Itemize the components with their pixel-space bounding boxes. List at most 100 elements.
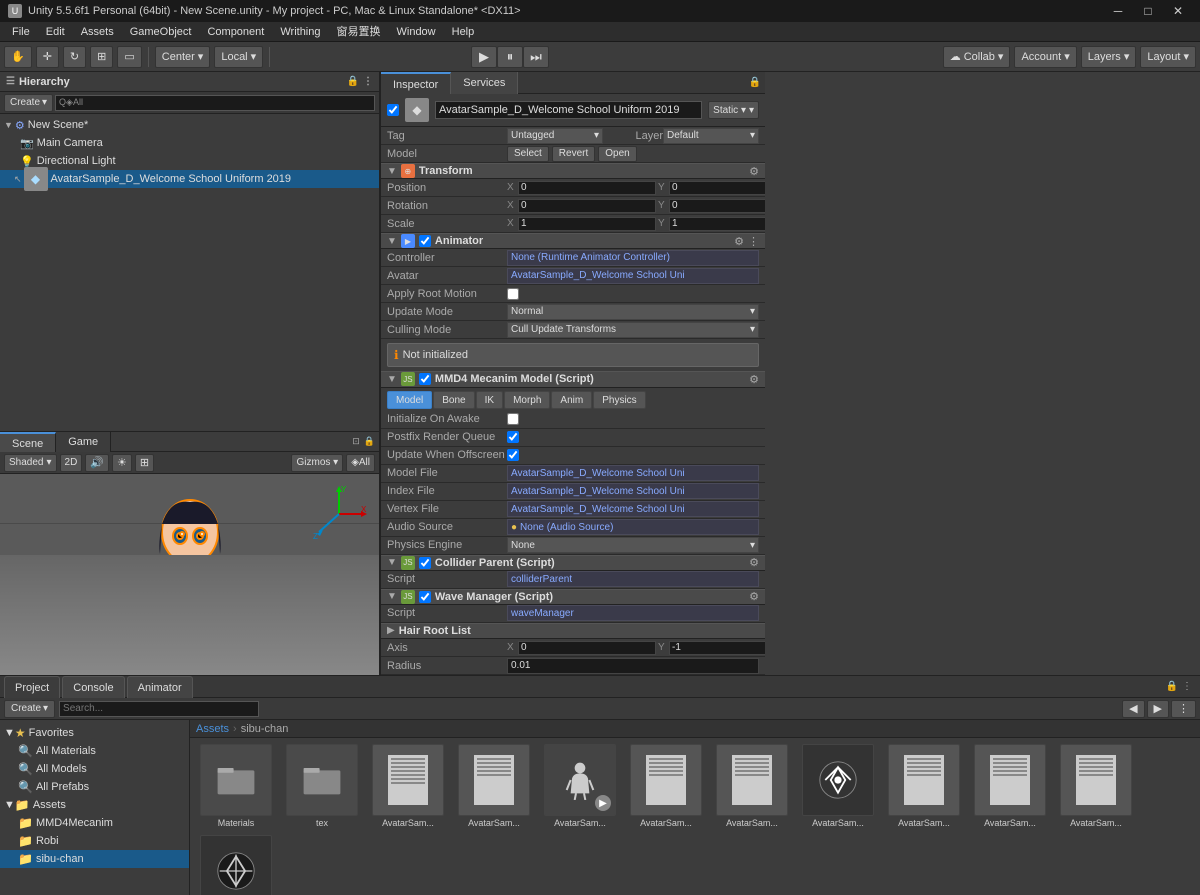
transform-gear-icon[interactable]: ⚙ xyxy=(749,165,759,178)
game-tab[interactable]: Game xyxy=(56,432,111,452)
all-prefabs-item[interactable]: 🔍 All Prefabs xyxy=(0,778,189,796)
asset-doc2[interactable]: AvatarSam... xyxy=(454,744,534,829)
init-on-awake-checkbox[interactable] xyxy=(507,413,519,425)
mmd4-gear-icon[interactable]: ⚙ xyxy=(749,373,759,386)
controller-value[interactable]: None (Runtime Animator Controller) xyxy=(507,250,759,266)
object-active-checkbox[interactable] xyxy=(387,104,399,116)
asset-doc1[interactable]: AvatarSam... xyxy=(368,744,448,829)
hierarchy-item-avatar[interactable]: ↖ ◆ AvatarSample_D_Welcome School Unifor… xyxy=(0,170,379,188)
physics-engine-dropdown[interactable]: None▾ xyxy=(507,537,759,553)
project-tab[interactable]: Project xyxy=(4,676,60,698)
mmd4-active-checkbox[interactable] xyxy=(419,373,431,385)
asset-doc4[interactable]: AvatarSam... xyxy=(712,744,792,829)
all-dropdown[interactable]: ◈All xyxy=(346,454,375,472)
center-dropdown[interactable]: Center ▾ xyxy=(155,46,211,68)
avatar-value[interactable]: AvatarSample_D_Welcome School Uni xyxy=(507,268,759,284)
project-search-input[interactable] xyxy=(59,701,259,717)
rect-tool-button[interactable]: ▭ xyxy=(117,46,141,68)
rotation-y-input[interactable] xyxy=(669,199,765,213)
radius-input[interactable] xyxy=(507,658,759,674)
asset-new-scene[interactable]: New Scene xyxy=(196,835,276,895)
animator-more-icon[interactable]: ⋮ xyxy=(748,235,759,248)
menu-component[interactable]: Component xyxy=(199,22,272,42)
mmd4-folder-item[interactable]: 📁 MMD4Mecanim xyxy=(0,814,189,832)
transform-component-header[interactable]: ▼ ⊕ Transform ⚙ xyxy=(381,163,765,179)
hierarchy-lock-icon[interactable]: 🔒 xyxy=(347,76,359,87)
wave-active-checkbox[interactable] xyxy=(419,591,431,603)
select-button[interactable]: Select xyxy=(507,146,549,162)
folder-options-button[interactable]: ⋮ xyxy=(1171,700,1196,718)
wave-component-header[interactable]: ▼ JS Wave Manager (Script) ⚙ xyxy=(381,589,765,605)
layers-dropdown[interactable]: Layers ▾ xyxy=(1081,46,1137,68)
play-button[interactable]: ▶ xyxy=(471,46,497,68)
move-tool-button[interactable]: ✛ xyxy=(36,46,59,68)
mmd-tab-ik[interactable]: IK xyxy=(476,391,503,409)
animator-active-checkbox[interactable] xyxy=(419,235,431,247)
rotation-x-input[interactable] xyxy=(518,199,656,213)
scene-tab[interactable]: Scene xyxy=(0,432,56,452)
hierarchy-item-newscene[interactable]: ▼ ⚙ New Scene* xyxy=(0,116,379,134)
asset-doc5[interactable]: AvatarSam... xyxy=(884,744,964,829)
inspector-lock-icon[interactable]: 🔒 xyxy=(745,77,765,88)
console-tab[interactable]: Console xyxy=(62,676,124,698)
folder-forward-button[interactable]: ▶ xyxy=(1147,700,1169,718)
step-button[interactable]: ⏭ xyxy=(523,46,549,68)
asset-tex[interactable]: tex xyxy=(282,744,362,829)
wave-script-value[interactable]: waveManager xyxy=(507,605,759,621)
axis-x-input[interactable]: 0 xyxy=(518,641,656,655)
minimize-button[interactable]: ─ xyxy=(1104,0,1132,22)
menu-window[interactable]: Window xyxy=(389,22,444,42)
asset-unity[interactable]: AvatarSam... xyxy=(798,744,878,829)
mmd-tab-morph[interactable]: Morph xyxy=(504,391,550,409)
project-create-button[interactable]: Create ▾ xyxy=(4,700,55,718)
hair-component-header[interactable]: ▶ Hair Root List xyxy=(381,623,765,639)
index-file-value[interactable]: AvatarSample_D_Welcome School Uni xyxy=(507,483,759,499)
assets-folder-item[interactable]: ▼ 📁 Assets xyxy=(0,796,189,814)
pause-button[interactable]: ⏸ xyxy=(497,46,523,68)
static-dropdown[interactable]: Static ▾ ▾ xyxy=(708,101,759,119)
maximize-button[interactable]: □ xyxy=(1134,0,1162,22)
hierarchy-menu-icon[interactable]: ⋮ xyxy=(363,76,373,87)
audio-source-value[interactable]: ● None (Audio Source) xyxy=(507,519,759,535)
folder-back-button[interactable]: ◀ xyxy=(1122,700,1144,718)
vertex-file-value[interactable]: AvatarSample_D_Welcome School Uni xyxy=(507,501,759,517)
scale-tool-button[interactable]: ⊞ xyxy=(90,46,113,68)
mmd-tab-physics[interactable]: Physics xyxy=(593,391,645,409)
asset-doc7[interactable]: AvatarSam... xyxy=(1056,744,1136,829)
layout-dropdown[interactable]: Layout ▾ xyxy=(1140,46,1196,68)
wave-gear-icon[interactable]: ⚙ xyxy=(749,590,759,603)
menu-assets[interactable]: Assets xyxy=(73,22,122,42)
collider-script-value[interactable]: colliderParent xyxy=(507,571,759,587)
position-x-input[interactable] xyxy=(518,181,656,195)
animator-gear-icon[interactable]: ⚙ xyxy=(734,235,744,248)
inspector-tab-inspector[interactable]: Inspector xyxy=(381,72,451,94)
robi-folder-item[interactable]: 📁 Robi xyxy=(0,832,189,850)
local-dropdown[interactable]: Local ▾ xyxy=(214,46,263,68)
mmd-tab-anim[interactable]: Anim xyxy=(551,391,592,409)
shading-dropdown[interactable]: Shaded▾ xyxy=(4,454,57,472)
object-name-input[interactable] xyxy=(435,101,702,119)
tag-dropdown[interactable]: Untagged▾ xyxy=(507,128,603,144)
bottom-menu-icon[interactable]: ⋮ xyxy=(1182,681,1192,692)
menu-help[interactable]: Help xyxy=(444,22,483,42)
scene-view-options[interactable]: ⊞ xyxy=(135,454,154,472)
breadcrumb-assets[interactable]: Assets xyxy=(196,723,229,735)
position-y-input[interactable] xyxy=(669,181,765,195)
collab-dropdown[interactable]: ☁ Collab ▾ xyxy=(943,46,1011,68)
scale-y-input[interactable] xyxy=(669,217,765,231)
scale-x-input[interactable] xyxy=(518,217,656,231)
mmd-tab-bone[interactable]: Bone xyxy=(433,391,474,409)
menu-edit[interactable]: Edit xyxy=(38,22,73,42)
layer-dropdown[interactable]: Default▾ xyxy=(663,128,759,144)
mmd4-component-header[interactable]: ▼ JS MMD4 Mecanim Model (Script) ⚙ xyxy=(381,371,765,387)
create-button[interactable]: Create ▾ xyxy=(4,94,53,112)
asset-materials[interactable]: Materials xyxy=(196,744,276,829)
bottom-lock-icon[interactable]: 🔒 xyxy=(1166,681,1178,692)
sibu-chan-folder-item[interactable]: 📁 sibu-chan xyxy=(0,850,189,868)
hand-tool-button[interactable]: ✋ xyxy=(4,46,32,68)
collider-component-header[interactable]: ▼ JS Collider Parent (Script) ⚙ xyxy=(381,555,765,571)
model-file-value[interactable]: AvatarSample_D_Welcome School Uni xyxy=(507,465,759,481)
menu-writhing[interactable]: Writhing xyxy=(272,22,328,42)
culling-mode-dropdown[interactable]: Cull Update Transforms▾ xyxy=(507,322,759,338)
asset-doc6[interactable]: AvatarSam... xyxy=(970,744,1050,829)
